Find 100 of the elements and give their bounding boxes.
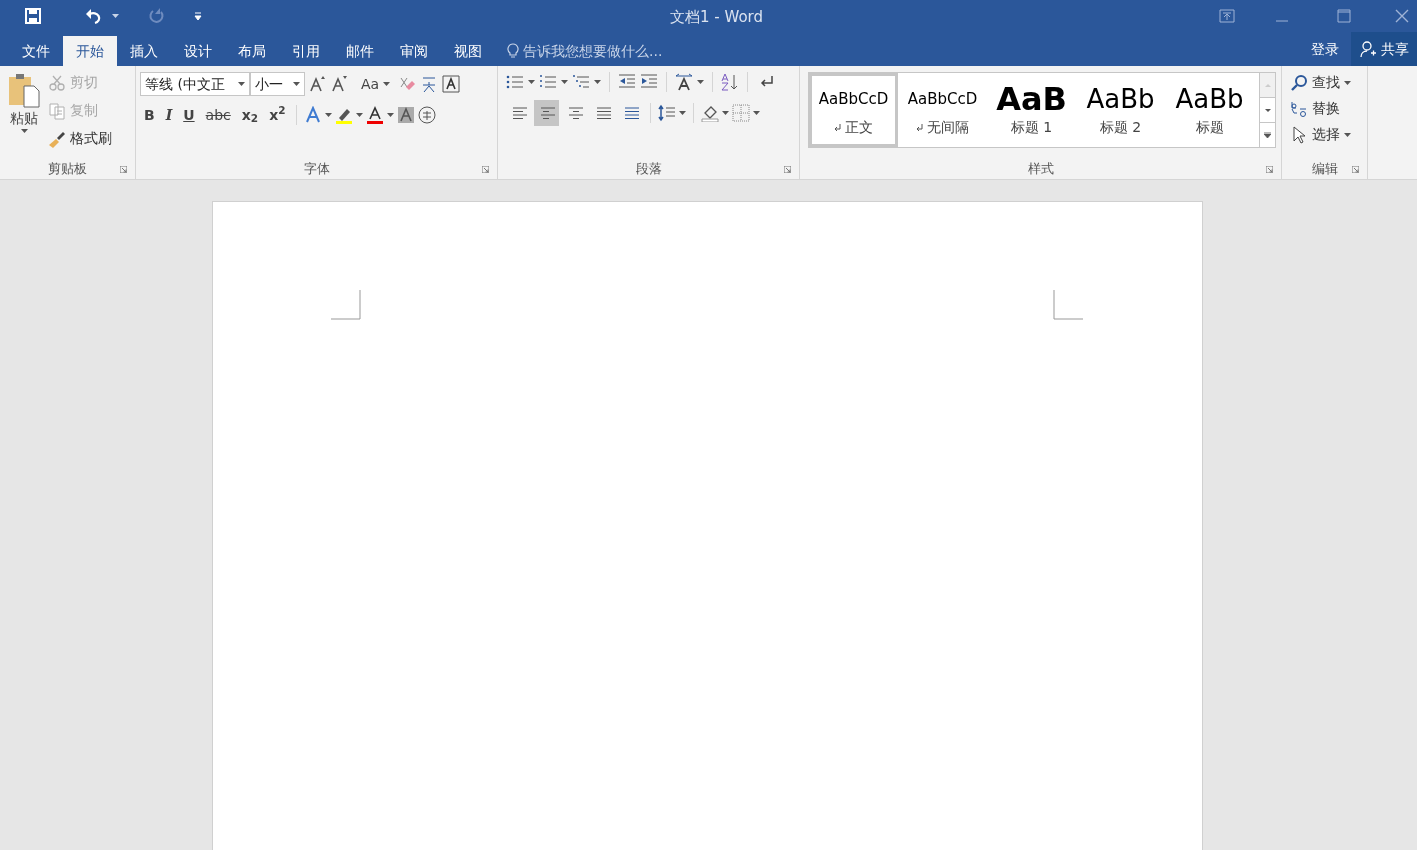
enclose-character-icon[interactable] <box>418 106 437 124</box>
editing-button[interactable]: 替换 <box>1290 98 1363 119</box>
dialog-launcher-icon[interactable] <box>1266 166 1273 173</box>
caret-icon[interactable] <box>356 113 364 117</box>
caret-icon[interactable] <box>722 111 729 115</box>
close-icon[interactable] <box>1395 9 1409 23</box>
margin-corner-mark <box>331 290 361 320</box>
lightbulb-icon[interactable] <box>507 43 519 59</box>
maximize-icon[interactable] <box>1337 9 1351 23</box>
format-button[interactable]: abc <box>201 104 235 126</box>
style-gallery-item[interactable]: AaBbCcD 无间隔 <box>898 73 987 147</box>
margin-corner-mark <box>1053 290 1083 320</box>
customize-toolbar-icon[interactable] <box>193 11 203 21</box>
paste-button[interactable]: 粘贴 <box>4 72 44 149</box>
group-label: 段落 <box>635 160 662 179</box>
character-border-icon[interactable] <box>442 75 461 93</box>
shrink-font-icon[interactable] <box>331 75 349 93</box>
line-spacing-icon[interactable] <box>658 104 676 122</box>
align-icon <box>538 106 555 120</box>
caret-icon[interactable] <box>679 111 686 115</box>
pointer-icon[interactable] <box>1290 125 1308 144</box>
ribbon-tab[interactable]: 引用 <box>279 36 333 66</box>
group-label: 样式 <box>1027 160 1054 179</box>
save-icon[interactable] <box>24 7 42 25</box>
dialog-launcher-icon[interactable] <box>120 166 127 173</box>
sort-icon[interactable] <box>721 73 739 91</box>
caret-icon[interactable] <box>293 82 300 86</box>
ribbon-tab[interactable]: 开始 <box>63 36 117 66</box>
decrease-indent-icon[interactable] <box>618 73 636 91</box>
font-color-icon[interactable] <box>366 106 385 124</box>
return-arrow-icon <box>916 124 923 131</box>
editing-button[interactable]: 选择 <box>1290 124 1363 145</box>
group-label: 剪贴板 <box>48 160 87 179</box>
ribbon-tab[interactable]: 文件 <box>9 36 63 66</box>
format-button[interactable]: I <box>161 104 177 126</box>
caret-icon[interactable] <box>112 14 119 18</box>
ribbon-tab[interactable]: 插入 <box>117 36 171 66</box>
replace-icon[interactable] <box>1290 99 1308 118</box>
up-arrow-icon <box>1264 83 1271 87</box>
align-icon <box>622 106 639 120</box>
caret-icon[interactable] <box>561 80 568 84</box>
change-case-button[interactable]: Aa <box>357 73 395 95</box>
clipboard-button[interactable]: 格式刷 <box>48 128 112 149</box>
font-size-field[interactable]: 小一 <box>250 72 305 96</box>
style-gallery-item[interactable]: AaB 标题 1 <box>987 73 1076 147</box>
numbered-list-icon[interactable] <box>539 73 557 91</box>
align-icon <box>510 106 527 120</box>
format-button[interactable]: x$_{2}$ <box>237 104 263 126</box>
style-gallery-item[interactable]: AaBb 标题 2 <box>1076 73 1165 147</box>
caret-icon[interactable] <box>1344 80 1351 85</box>
text-effects-icon[interactable] <box>304 106 323 124</box>
group-label: 字体 <box>303 160 330 179</box>
format-button[interactable]: B <box>140 104 159 126</box>
ribbon-tab[interactable]: 邮件 <box>333 36 387 66</box>
character-shading-icon[interactable] <box>397 106 416 124</box>
sign-in-link[interactable]: 登录 <box>1303 32 1347 66</box>
align-icon <box>594 106 611 120</box>
ribbon-tab[interactable]: 审阅 <box>387 36 441 66</box>
caret-icon[interactable] <box>383 82 391 86</box>
format-button[interactable]: x$^{2}$ <box>265 104 290 126</box>
dialog-launcher-icon[interactable] <box>1352 166 1359 173</box>
style-gallery-item[interactable]: AaBb 标题 <box>1165 73 1254 147</box>
caret-icon[interactable] <box>697 80 704 84</box>
grow-font-icon[interactable] <box>309 75 327 93</box>
return-arrow-icon <box>834 124 841 131</box>
ribbon-tab[interactable]: 布局 <box>225 36 279 66</box>
increase-indent-icon[interactable] <box>640 73 658 91</box>
text-direction-icon[interactable] <box>675 73 693 91</box>
ribbon-tab[interactable]: 视图 <box>441 36 495 66</box>
paintbrush-icon[interactable] <box>48 129 66 148</box>
search-icon[interactable] <box>1290 73 1308 92</box>
caret-icon[interactable] <box>20 129 28 133</box>
editing-button[interactable]: 查找 <box>1290 72 1363 93</box>
dialog-launcher-icon[interactable] <box>784 166 791 173</box>
caret-icon[interactable] <box>1344 132 1351 137</box>
caret-icon[interactable] <box>325 113 333 117</box>
caret-icon[interactable] <box>238 82 245 86</box>
clipboard-icon <box>7 72 41 108</box>
style-gallery-item[interactable]: AaBbCcD 正文 <box>809 73 898 147</box>
window-title: 文档1 - Word <box>670 7 764 28</box>
caret-icon[interactable] <box>528 80 535 84</box>
expand-icon <box>1264 132 1271 138</box>
paint-bucket-icon[interactable] <box>701 104 719 122</box>
font-name-field[interactable]: 等线 (中文正 <box>140 72 250 96</box>
align-icon <box>566 106 583 120</box>
caret-icon[interactable] <box>594 80 601 84</box>
eraser-icon[interactable] <box>398 75 417 93</box>
group-label: 编辑 <box>1311 160 1338 179</box>
person-add-icon <box>1359 40 1377 58</box>
caret-icon[interactable] <box>753 111 760 115</box>
multilevel-list-icon[interactable] <box>572 73 590 91</box>
bullet-list-icon[interactable] <box>506 73 524 91</box>
dialog-launcher-icon[interactable] <box>482 166 489 173</box>
ribbon-tab[interactable]: 设计 <box>171 36 225 66</box>
tell-me-field[interactable]: 告诉我您想要做什么... <box>523 40 713 62</box>
caret-icon[interactable] <box>387 113 395 117</box>
ribbon-display-icon[interactable] <box>1219 9 1235 23</box>
highlighter-icon[interactable] <box>335 106 354 124</box>
format-button[interactable]: U <box>179 104 199 126</box>
share-button[interactable]: 共享 <box>1351 32 1417 66</box>
